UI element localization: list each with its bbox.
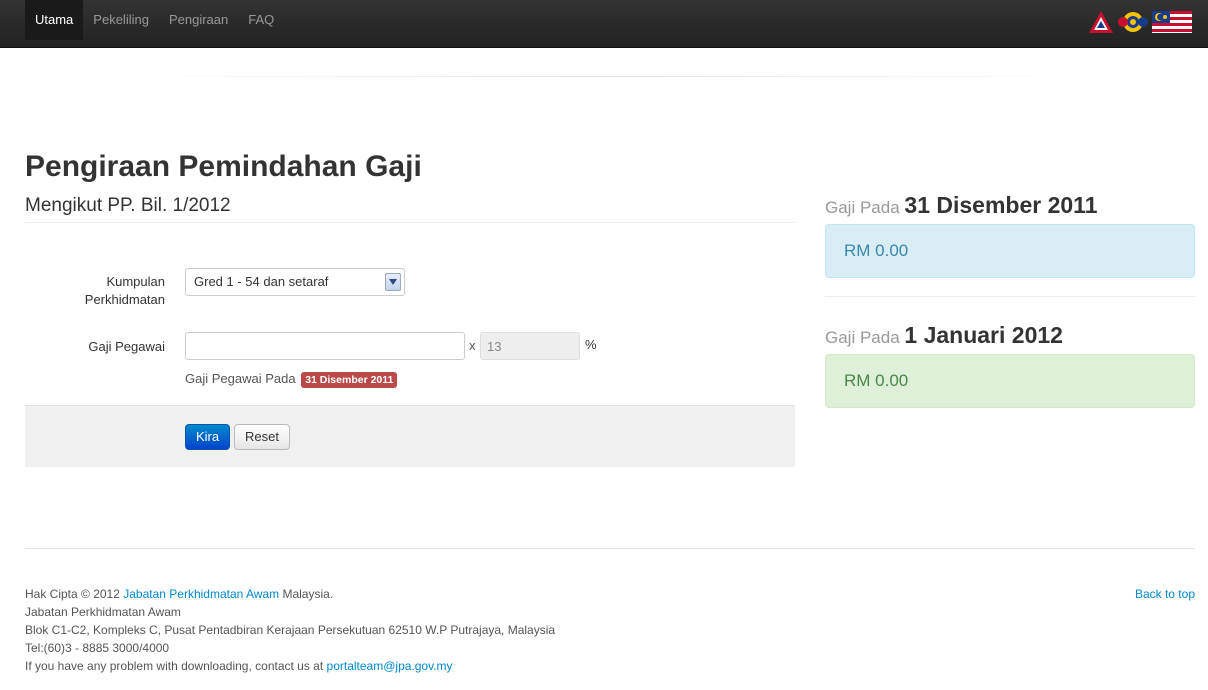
reset-button[interactable]: Reset xyxy=(234,424,290,450)
result-date-2012: 1 Januari 2012 xyxy=(904,322,1063,348)
footer-address: Blok C1-C2, Kompleks C, Pusat Pentadbira… xyxy=(25,623,556,637)
gaji-label: Gaji Pegawai xyxy=(88,339,165,354)
help-text: Gaji Pegawai Pada xyxy=(185,371,296,386)
crest-icon xyxy=(1118,11,1148,32)
jpa-link[interactable]: Jabatan Perkhidmatan Awam xyxy=(123,587,279,601)
result-date-2011: 31 Disember 2011 xyxy=(904,192,1098,218)
page-subtitle: Mengikut PP. Bil. 1/2012 xyxy=(25,195,231,216)
result-heading-2012: Gaji Pada 1 Januari 2012 xyxy=(825,322,1063,349)
chevron-down-icon[interactable] xyxy=(385,273,401,291)
nav-item-faq[interactable]: FAQ xyxy=(238,0,284,40)
result-prefix: Gaji Pada xyxy=(825,328,900,347)
kumpulan-label: Kumpulan Perkhidmatan xyxy=(84,274,165,307)
copyright-text: Hak Cipta © 2012 xyxy=(25,587,120,601)
kumpulan-select-value: Gred 1 - 54 dan setaraf xyxy=(194,274,329,289)
nav-item-pengiraan[interactable]: Pengiraan xyxy=(159,0,238,40)
footer-divider xyxy=(25,548,1195,549)
footer: Hak Cipta © 2012 Jabatan Perkhidmatan Aw… xyxy=(25,585,555,675)
nav-item-pekeliling[interactable]: Pekeliling xyxy=(83,0,159,40)
back-to-top-link[interactable]: Back to top xyxy=(1135,585,1195,603)
result-amount-2012: RM 0.00 xyxy=(825,354,1195,408)
gaji-input[interactable] xyxy=(185,332,465,360)
nav-menu: Utama Pekeliling Pengiraan FAQ xyxy=(25,0,284,40)
footer-contact: If you have any problem with downloading… xyxy=(25,657,555,675)
footer-copyright: Hak Cipta © 2012 Jabatan Perkhidmatan Aw… xyxy=(25,585,555,603)
nav-item-utama[interactable]: Utama xyxy=(25,0,84,40)
title-divider xyxy=(25,222,795,223)
date-badge: 31 Disember 2011 xyxy=(301,371,398,388)
footer-org: Jabatan Perkhidmatan Awam xyxy=(25,605,181,619)
side-divider xyxy=(825,296,1195,297)
navbar: Utama Pekeliling Pengiraan FAQ xyxy=(0,0,1208,48)
percent-input[interactable] xyxy=(480,332,580,360)
gaji-help-text: Gaji Pegawai Pada 31 Disember 2011 xyxy=(185,370,398,388)
copyright-suffix: Malaysia. xyxy=(282,587,334,601)
result-prefix: Gaji Pada xyxy=(825,198,900,217)
result-amount-2011: RM 0.00 xyxy=(825,224,1195,278)
page-title: Pengiraan Pemindahan Gaji xyxy=(25,150,422,183)
percent-sign: % xyxy=(585,337,597,352)
malaysia-flag-icon xyxy=(1152,10,1192,33)
email-link[interactable]: portalteam@jpa.gov.my xyxy=(327,659,453,673)
form-actions: Kira Reset xyxy=(25,405,795,467)
times-sign: x xyxy=(469,338,476,353)
kira-button[interactable]: Kira xyxy=(185,424,230,450)
result-heading-2011: Gaji Pada 31 Disember 2011 xyxy=(825,192,1098,219)
footer-phone: Tel:(60)3 - 8885 3000/4000 xyxy=(25,641,170,655)
kumpulan-select[interactable]: Gred 1 - 54 dan setaraf xyxy=(185,268,405,296)
contact-text: If you have any problem with downloading… xyxy=(25,659,324,673)
jpa-logo-icon xyxy=(1089,10,1113,33)
top-divider xyxy=(120,76,1100,77)
logo-icon[interactable] xyxy=(1088,8,1194,35)
